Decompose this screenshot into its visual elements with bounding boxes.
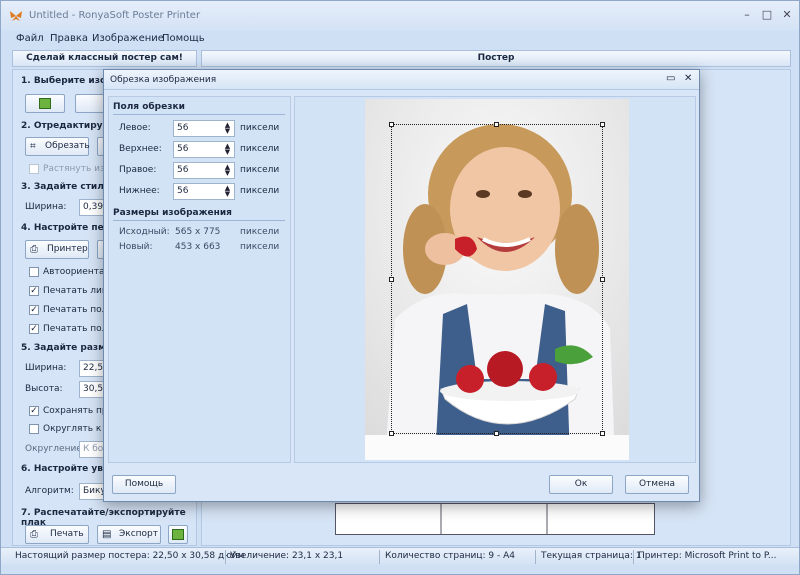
menu-edit[interactable]: Правка bbox=[50, 33, 88, 44]
maximize-icon[interactable]: □ bbox=[759, 8, 775, 22]
maximize-icon[interactable]: ▭ bbox=[666, 73, 675, 84]
print-fields2-checkbox[interactable]: ✓ bbox=[29, 324, 39, 334]
crop-handle-w[interactable] bbox=[389, 277, 394, 282]
open-image-button[interactable] bbox=[25, 94, 65, 113]
crop-handle-ne[interactable] bbox=[600, 122, 605, 127]
right-margin-spinner[interactable]: 56 ▲ ▼ bbox=[173, 162, 235, 179]
poster-width-label: Ширина: bbox=[25, 363, 67, 373]
butterfly-app-icon bbox=[10, 11, 22, 21]
dialog-title: Обрезка изображения bbox=[110, 75, 217, 85]
keep-proportions-checkbox[interactable]: ✓ bbox=[29, 406, 39, 416]
right-unit-label: пиксели bbox=[240, 165, 280, 175]
minimize-icon[interactable]: – bbox=[739, 8, 755, 22]
crop-handle-e[interactable] bbox=[600, 277, 605, 282]
status-current-page: Текущая страница: 1 bbox=[541, 551, 642, 561]
status-bar: Настоящий размер постера: 22,50 x 30,58 … bbox=[1, 547, 799, 565]
print-fields-checkbox[interactable]: ✓ bbox=[29, 305, 39, 315]
wizard-header: Сделай классный постер сам! bbox=[12, 50, 197, 67]
window-title: Untitled - RonyaSoft Poster Printer bbox=[29, 10, 201, 21]
photo-preview bbox=[365, 99, 629, 460]
crop-fields-heading: Поля обрезки bbox=[113, 102, 185, 112]
crop-icon: ⌗ bbox=[30, 141, 36, 152]
step5-title: 5. Задайте разме bbox=[21, 343, 112, 353]
left-margin-spinner[interactable]: 56 ▲ ▼ bbox=[173, 120, 235, 137]
menu-bar: Файл Правка Изображение Помощь bbox=[1, 31, 799, 49]
crop-handle-nw[interactable] bbox=[389, 122, 394, 127]
spinner-arrows-icon[interactable]: ▲ ▼ bbox=[223, 122, 232, 135]
menu-help[interactable]: Помощь bbox=[162, 33, 205, 44]
image-icon bbox=[39, 98, 51, 109]
poster-header: Постер bbox=[201, 50, 791, 67]
help-button[interactable]: Помощь bbox=[112, 475, 176, 494]
crop-preview-panel bbox=[294, 96, 696, 463]
crop-handle-n[interactable] bbox=[494, 122, 499, 127]
status-printer: Принтер: Microsoft Print to P... bbox=[638, 551, 777, 561]
top-margin-label: Верхнее: bbox=[119, 144, 162, 154]
print-lines-checkbox[interactable]: ✓ bbox=[29, 286, 39, 296]
original-unit-label: пиксели bbox=[240, 227, 280, 237]
top-margin-spinner[interactable]: 56 ▲ ▼ bbox=[173, 141, 235, 158]
auto-orient-label: Автоориентац bbox=[43, 267, 111, 277]
title-bar: Untitled - RonyaSoft Poster Printer – □ … bbox=[1, 1, 799, 31]
stretch-label: Растянуть изо bbox=[43, 164, 111, 174]
image-size-heading: Размеры изображения bbox=[113, 208, 232, 218]
step1-title: 1. Выберите изоб bbox=[21, 76, 113, 86]
step6-title: 6. Настройте увел bbox=[21, 464, 116, 474]
crop-button[interactable]: ⌗ Обрезать bbox=[25, 137, 90, 156]
auto-orient-checkbox[interactable] bbox=[29, 267, 39, 277]
spinner-arrows-icon[interactable]: ▲ ▼ bbox=[223, 164, 232, 177]
poster-height-label: Высота: bbox=[25, 384, 63, 394]
printer-icon: ⎙ bbox=[30, 529, 38, 540]
ok-button[interactable]: Ок bbox=[549, 475, 613, 494]
new-unit-label: пиксели bbox=[240, 242, 280, 252]
menu-file[interactable]: Файл bbox=[16, 33, 44, 44]
status-poster-size: Настоящий размер постера: 22,50 x 30,58 … bbox=[15, 551, 245, 561]
spinner-arrows-icon[interactable]: ▲ ▼ bbox=[223, 143, 232, 156]
export-icon: ▤ bbox=[102, 529, 112, 540]
round-label: Округлять к р bbox=[43, 424, 110, 434]
printer-button[interactable]: ⎙ Принтер bbox=[25, 240, 89, 259]
bottom-margin-label: Нижнее: bbox=[119, 186, 160, 196]
original-size-label: Исходный: bbox=[119, 227, 170, 237]
stretch-checkbox[interactable] bbox=[29, 164, 39, 174]
crop-handle-s[interactable] bbox=[494, 431, 499, 436]
spinner-arrows-icon[interactable]: ▲ ▼ bbox=[223, 185, 232, 198]
close-icon[interactable]: ✕ bbox=[684, 73, 692, 84]
right-margin-label: Правое: bbox=[119, 165, 157, 175]
dialog-title-bar: Обрезка изображения ▭ ✕ bbox=[104, 70, 699, 90]
width-label: Ширина: bbox=[25, 202, 67, 212]
rounding-label: Округление: bbox=[25, 444, 85, 454]
original-size-value: 565 x 775 bbox=[175, 227, 221, 237]
bottom-margin-spinner[interactable]: 56 ▲ ▼ bbox=[173, 183, 235, 200]
status-zoom: Увеличение: 23,1 x 23,1 bbox=[230, 551, 344, 561]
new-size-value: 453 x 663 bbox=[175, 242, 221, 252]
round-checkbox[interactable] bbox=[29, 424, 39, 434]
printer-icon: ⎙ bbox=[30, 244, 38, 255]
crop-handle-sw[interactable] bbox=[389, 431, 394, 436]
step2-title: 2. Отредактируй bbox=[21, 121, 109, 131]
crop-selection-frame[interactable] bbox=[391, 124, 603, 434]
bottom-unit-label: пиксели bbox=[240, 186, 280, 196]
image-icon bbox=[172, 529, 184, 540]
preview-button[interactable] bbox=[168, 525, 188, 544]
poster-pages-preview bbox=[335, 503, 655, 535]
left-margin-label: Левое: bbox=[119, 123, 151, 133]
status-pages: Количество страниц: 9 - A4 bbox=[385, 551, 515, 561]
step4-title: 4. Настройте печа bbox=[21, 223, 116, 233]
print-button[interactable]: ⎙ Печать bbox=[25, 525, 89, 544]
top-unit-label: пиксели bbox=[240, 144, 280, 154]
export-button[interactable]: ▤ Экспорт bbox=[97, 525, 161, 544]
algorithm-label: Алгоритм: bbox=[25, 486, 74, 496]
close-icon[interactable]: ✕ bbox=[779, 8, 795, 22]
menu-image[interactable]: Изображение bbox=[92, 33, 164, 44]
crop-settings-panel: Поля обрезки Левое: 56 ▲ ▼ пиксели Верхнее… bbox=[108, 96, 291, 463]
cancel-button[interactable]: Отмена bbox=[625, 475, 689, 494]
crop-dialog: Обрезка изображения ▭ ✕ Поля обрезки Лев… bbox=[103, 69, 700, 502]
left-unit-label: пиксели bbox=[240, 123, 280, 133]
new-size-label: Новый: bbox=[119, 242, 153, 252]
crop-handle-se[interactable] bbox=[600, 431, 605, 436]
